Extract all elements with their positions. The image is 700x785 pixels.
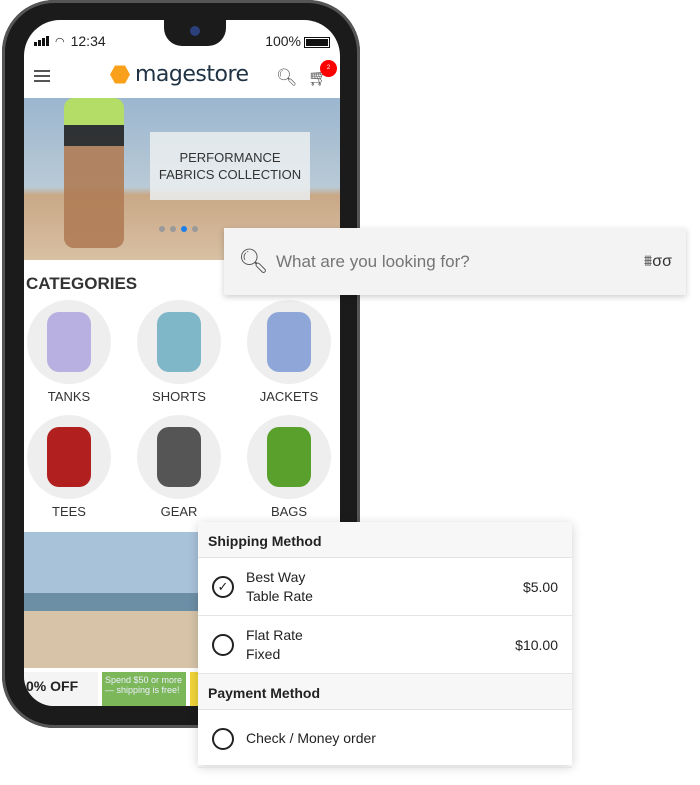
payment-option[interactable]: Check / Money order: [198, 710, 572, 768]
radio-icon[interactable]: [212, 633, 234, 656]
category-image: [137, 415, 221, 499]
search-bar[interactable]: 🔍︎ ⩩︎σσ: [224, 228, 686, 295]
check-circle-icon[interactable]: ✓: [212, 575, 234, 598]
time: 12:34: [70, 33, 106, 49]
category-shorts[interactable]: SHORTS: [134, 300, 224, 404]
battery-icon: [304, 36, 330, 48]
logo-mark-icon: [110, 65, 130, 84]
payment-method-heading: Payment Method: [198, 674, 572, 710]
checkout-panel: Shipping Method ✓ Best Way Table Rate $5.00…: [198, 522, 572, 768]
search-icon[interactable]: 🔍︎: [276, 68, 298, 88]
shipping-method-heading: Shipping Method: [198, 522, 572, 558]
category-gear[interactable]: GEAR: [134, 415, 224, 519]
shipping-price: $10.00: [515, 636, 558, 653]
radio-icon[interactable]: [212, 727, 234, 750]
battery-level: 100%: [265, 33, 301, 49]
search-input[interactable]: [276, 251, 644, 272]
category-bags[interactable]: BAGS: [244, 415, 334, 519]
hero-caption: PERFORMANCE FABRICS COLLECTION: [150, 132, 310, 200]
promo-image[interactable]: [24, 532, 224, 668]
voice-search-icon[interactable]: ⩩︎σσ: [644, 253, 672, 271]
carousel-dots[interactable]: [159, 226, 198, 232]
category-image: [247, 300, 331, 384]
category-tanks[interactable]: TANKS: [24, 300, 114, 404]
promo-free-shipping[interactable]: Spend $50 or more — shipping is free!: [102, 672, 186, 706]
hero-image: [64, 98, 124, 248]
category-tees[interactable]: TEES: [24, 415, 114, 519]
shipping-option[interactable]: ✓ Best Way Table Rate $5.00: [198, 558, 572, 616]
category-image: [137, 300, 221, 384]
category-jackets[interactable]: JACKETS: [244, 300, 334, 404]
cart-badge: 2: [320, 60, 337, 77]
status-bar: ◠ 12:34 100%: [34, 33, 330, 49]
app-bar: magestore 🔍︎ 🛒︎ 2: [24, 58, 340, 96]
shipping-option[interactable]: Flat Rate Fixed $10.00: [198, 616, 572, 674]
shipping-price: $5.00: [522, 578, 558, 595]
promo-discount[interactable]: 0% OFF: [24, 672, 98, 706]
category-image: [27, 415, 111, 499]
category-image: [27, 300, 111, 384]
menu-icon[interactable]: [34, 70, 50, 85]
signal-icon: [34, 36, 49, 46]
category-image: [247, 415, 331, 499]
search-icon: 🔍︎: [238, 248, 269, 275]
logo[interactable]: magestore: [110, 62, 249, 87]
categories-heading: CATEGORIES: [26, 274, 138, 293]
wifi-icon: ◠: [55, 35, 65, 48]
